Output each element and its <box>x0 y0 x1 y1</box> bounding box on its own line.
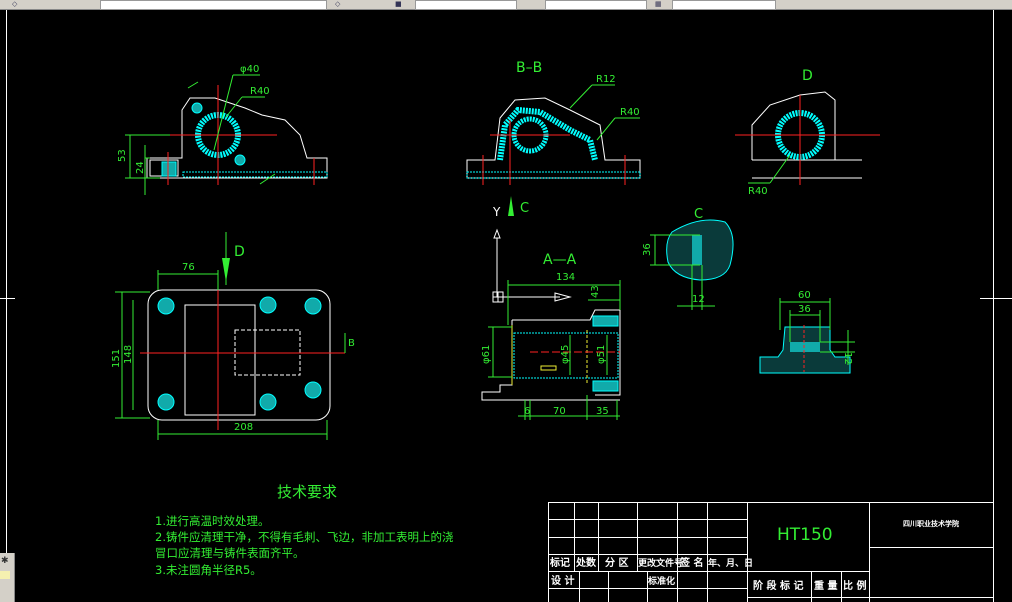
plan-view: D B 76 208 151 148 <box>111 232 355 440</box>
dim-6: 6 <box>524 406 530 417</box>
dim-r40-bb: R40 <box>620 107 640 118</box>
design-label: 设 计 <box>551 574 574 587</box>
dim-53: 53 <box>117 149 128 162</box>
dim-35: 35 <box>596 406 609 417</box>
header-mark: 标记 <box>549 556 570 569</box>
section-aa-title: A—A <box>543 252 577 268</box>
tech-req-line-3: 冒口应清理与铸件表面齐平。 <box>155 546 305 560</box>
dim-r40: R40 <box>250 86 270 97</box>
dim-70: 70 <box>553 406 566 417</box>
plan-section-b-label: B <box>348 338 355 349</box>
tech-req-title: 技术要求 <box>277 483 337 501</box>
standardization-label: 标准化 <box>647 575 675 587</box>
front-view: φ40 R40 53 24 <box>117 64 328 195</box>
header-signature: 签 名 <box>679 556 703 569</box>
header-change-doc: 更改文件号 <box>638 557 683 569</box>
tech-req-line-2: 2.铸件应清理干净，不得有毛刺、飞边，非加工表明上的浇 <box>155 530 453 544</box>
side-tool-panel[interactable]: ✱ <box>0 553 15 602</box>
dim-148: 148 <box>123 345 134 364</box>
dim-36-c: 36 <box>642 243 653 256</box>
plan-arrow-d-label: D <box>234 244 245 260</box>
section-aa-view: A—A 134 43 φ61 φ45 φ51 6 70 35 <box>481 252 621 420</box>
header-count: 处数 <box>575 556 597 569</box>
dim-12-rib: 12 <box>842 352 853 365</box>
dim-phi51: φ51 <box>596 345 607 364</box>
header-date: 年、月、日 <box>708 557 753 569</box>
dim-208: 208 <box>234 422 253 433</box>
section-bb-title: B–B <box>516 60 542 76</box>
dim-36-rib: 36 <box>798 304 811 315</box>
weight-label: 重 量 <box>814 579 837 592</box>
view-d: D R40 <box>735 68 880 197</box>
title-block: HT150 四川职业技术学院 标记 处数 分 区 更改文件号 签 名 年、月、日… <box>548 502 993 602</box>
properties-icon[interactable] <box>0 571 10 579</box>
dim-r12: R12 <box>596 74 616 85</box>
ucs-y-label: Y <box>492 205 501 219</box>
drawing-frame <box>0 10 1012 602</box>
view-d-title: D <box>802 68 813 84</box>
dim-134: 134 <box>556 272 575 283</box>
section-c-view: C 36 12 <box>642 207 734 310</box>
stage-mark-label: 阶 段 标 记 <box>753 579 803 592</box>
rib-view: 60 36 12 <box>759 290 855 374</box>
tool-icon[interactable]: ✱ <box>1 556 9 566</box>
header-zone: 分 区 <box>605 556 628 569</box>
scale-label: 比 例 <box>843 579 866 592</box>
dim-r40-d: R40 <box>748 186 768 197</box>
material-label: HT150 <box>777 525 833 545</box>
dim-24: 24 <box>135 161 146 174</box>
dim-phi40: φ40 <box>240 64 259 75</box>
technical-requirements: 技术要求 1.进行高温时效处理。 2.铸件应清理干净，不得有毛刺、飞边，非加工表… <box>155 483 453 577</box>
dim-12-c: 12 <box>692 294 705 305</box>
dim-60: 60 <box>798 290 811 301</box>
drawing-canvas[interactable]: φ40 R40 53 24 B–B R12 R40 D R40 D B 76 2… <box>0 0 1012 602</box>
section-c-marker: C <box>520 201 529 216</box>
dim-phi45: φ45 <box>560 345 571 364</box>
section-c-title: C <box>694 207 703 222</box>
tech-req-line-4: 3.未注圆角半径R5。 <box>155 563 262 577</box>
dim-43: 43 <box>590 285 601 298</box>
dim-76: 76 <box>182 262 195 273</box>
tech-req-line-1: 1.进行高温时效处理。 <box>155 514 269 528</box>
school-name: 四川职业技术学院 <box>903 519 959 528</box>
dim-phi61: φ61 <box>481 345 492 364</box>
dim-151: 151 <box>111 349 122 368</box>
section-bb-view: B–B R12 R40 <box>466 60 641 185</box>
ucs-icon: Y C <box>492 196 572 303</box>
